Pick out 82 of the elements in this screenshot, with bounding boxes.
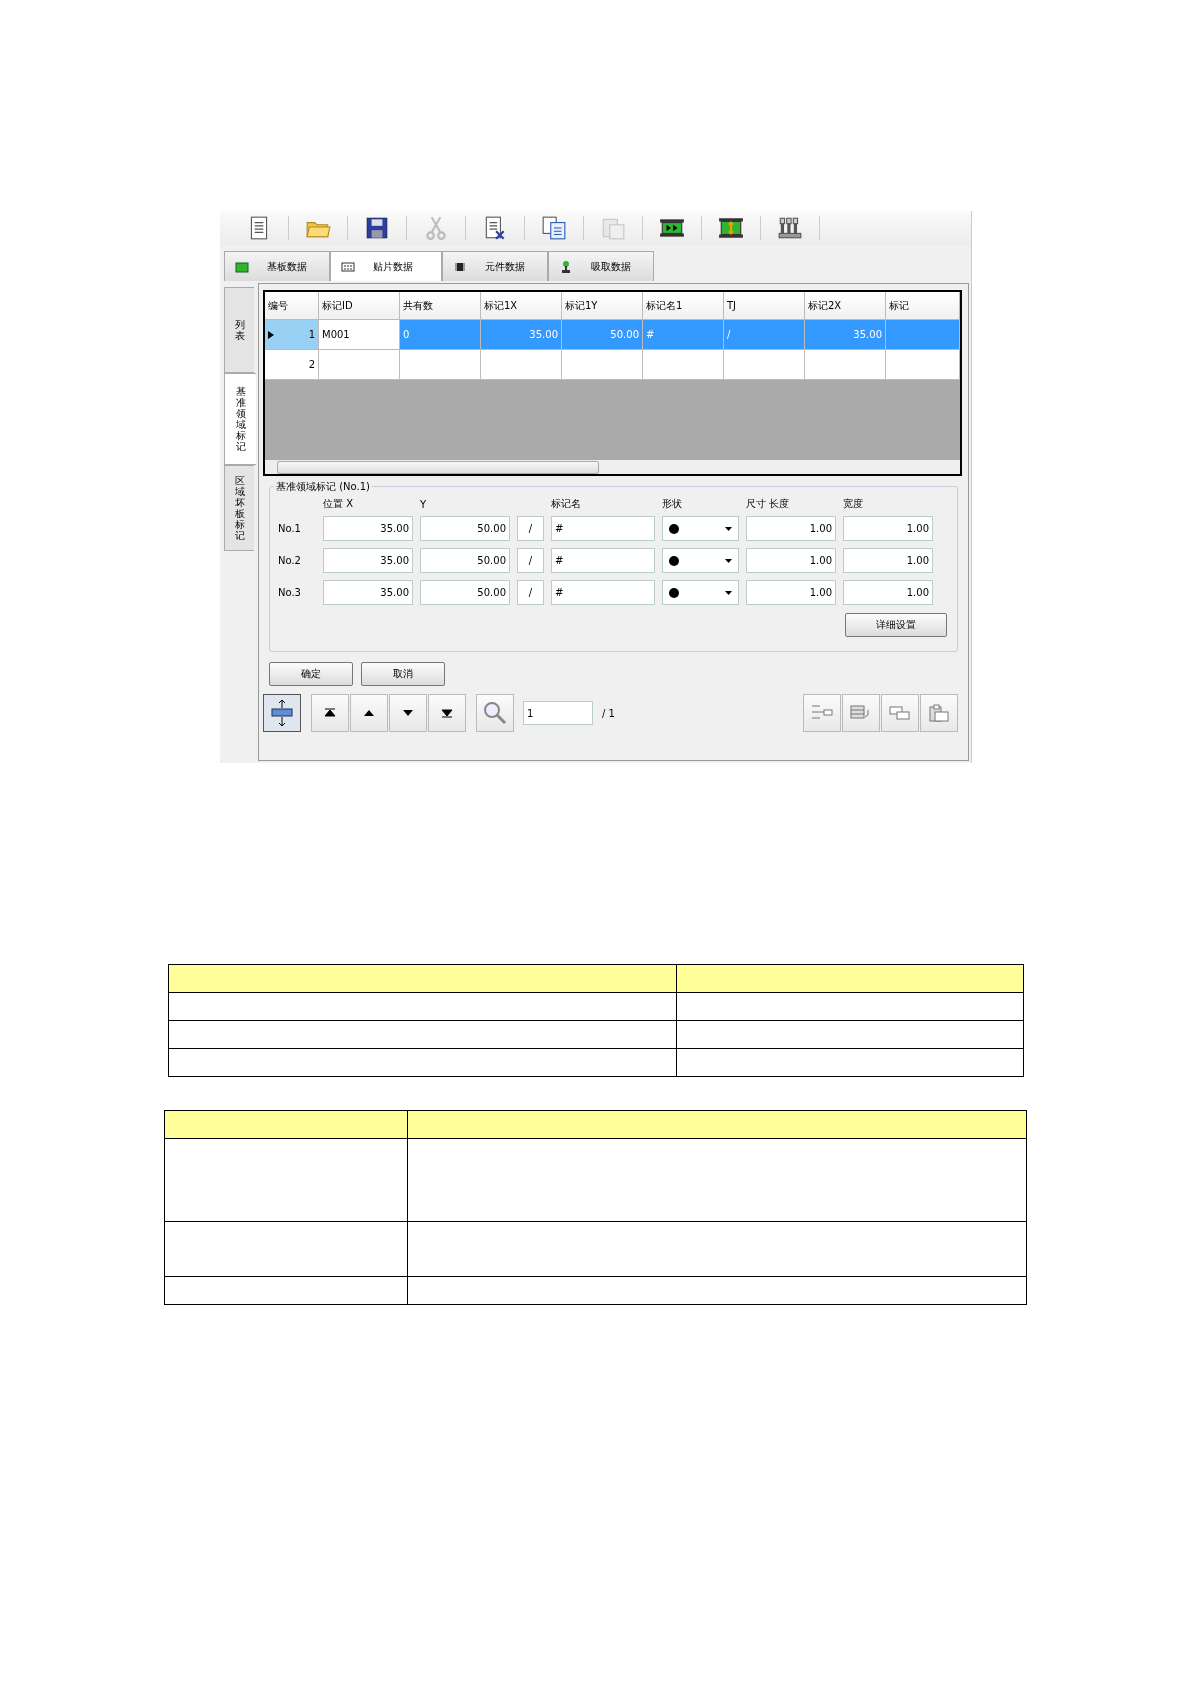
- last-icon: [440, 707, 454, 719]
- row-height-icon: [271, 699, 293, 727]
- table-cell: /: [724, 320, 805, 350]
- up-button[interactable]: [350, 694, 388, 732]
- page-input-field[interactable]: 1: [523, 701, 593, 725]
- field-label: 形状: [662, 497, 683, 511]
- search-icon: [483, 701, 507, 725]
- caret-icon: [725, 590, 732, 595]
- shape-dropdown[interactable]: [662, 580, 739, 605]
- input-field[interactable]: 35.00: [323, 548, 413, 573]
- table-cell: 0: [400, 320, 481, 350]
- table-cell: 50.00: [562, 320, 643, 350]
- circle-icon: [669, 555, 679, 566]
- input-field[interactable]: /: [517, 580, 544, 605]
- search-button[interactable]: [476, 694, 514, 732]
- caret-icon: [725, 526, 732, 531]
- grid-icon: [341, 259, 355, 274]
- row-pointer-icon: [268, 330, 274, 339]
- board-icon: [235, 259, 249, 274]
- first-button[interactable]: [311, 694, 349, 732]
- down-button[interactable]: [389, 694, 427, 732]
- ok-button[interactable]: 确定: [269, 662, 353, 686]
- cancel-button[interactable]: 取消: [361, 662, 445, 686]
- toggle-button[interactable]: [263, 694, 301, 732]
- shape-dropdown[interactable]: [662, 548, 739, 573]
- table-cell: 35.00: [805, 320, 886, 350]
- tab[interactable]: 基板数据: [224, 251, 330, 281]
- caret-icon: [725, 558, 732, 563]
- input-field[interactable]: 35.00: [323, 516, 413, 541]
- tab[interactable]: 贴片数据: [330, 251, 442, 281]
- scrollbar-thumb[interactable]: [277, 460, 599, 474]
- row-label: No.3: [278, 587, 302, 598]
- row-header[interactable]: 2: [265, 350, 319, 380]
- input-field[interactable]: 50.00: [420, 516, 510, 541]
- input-field[interactable]: 1.00: [746, 548, 836, 573]
- horizontal-scrollbar[interactable]: [265, 460, 960, 474]
- input-field[interactable]: #: [551, 548, 655, 573]
- input-field[interactable]: 1.00: [843, 580, 933, 605]
- clipboard-icon: [927, 702, 951, 724]
- first-icon: [323, 707, 337, 719]
- tab[interactable]: 吸取数据: [548, 251, 654, 281]
- tab[interactable]: 元件数据: [442, 251, 548, 281]
- field-label: 尺寸 长度: [746, 497, 791, 511]
- table-cell: 35.00: [481, 320, 562, 350]
- input-field[interactable]: 50.00: [420, 580, 510, 605]
- group-title: 基准领域标记 (No.1): [274, 480, 372, 494]
- clipboard-button[interactable]: [920, 694, 958, 732]
- side-tab[interactable]: 区域坏板标记: [224, 465, 254, 551]
- input-field[interactable]: 1.00: [746, 580, 836, 605]
- side-tab[interactable]: 列表: [224, 287, 254, 373]
- last-button[interactable]: [428, 694, 466, 732]
- copy-icon[interactable]: [541, 215, 567, 241]
- page-total: / 1: [602, 707, 615, 719]
- table-cell: #: [643, 320, 724, 350]
- detail-settings-button[interactable]: 详细设置: [845, 613, 947, 637]
- input-field[interactable]: 50.00: [420, 548, 510, 573]
- field-label: 位置 X: [323, 497, 355, 511]
- input-field[interactable]: 1.00: [843, 516, 933, 541]
- row-header[interactable]: 1: [265, 320, 319, 350]
- input-field[interactable]: /: [517, 516, 544, 541]
- circle-icon: [669, 523, 679, 534]
- input-field[interactable]: 1.00: [746, 516, 836, 541]
- input-field[interactable]: 1.00: [843, 548, 933, 573]
- field-label: 宽度: [843, 497, 864, 511]
- input-field[interactable]: #: [551, 516, 655, 541]
- circle-icon: [669, 587, 679, 598]
- table-cell: M001: [319, 320, 400, 350]
- save-icon[interactable]: [364, 215, 390, 241]
- input-field[interactable]: #: [551, 580, 655, 605]
- machine-icon[interactable]: [718, 215, 744, 241]
- row-number: 2: [308, 359, 315, 370]
- row-label: No.2: [278, 555, 302, 566]
- row-label: No.1: [278, 523, 302, 534]
- nozzle-icon[interactable]: [777, 215, 803, 241]
- field-label: Y: [420, 498, 428, 510]
- field-label: 标记名: [551, 497, 582, 511]
- row-number: 1: [308, 329, 315, 340]
- input-field[interactable]: 35.00: [323, 580, 413, 605]
- shape-dropdown[interactable]: [662, 516, 739, 541]
- input-field[interactable]: /: [517, 548, 544, 573]
- nozzle-icon: [559, 259, 573, 274]
- side-tab[interactable]: 基准领域标记: [224, 373, 256, 465]
